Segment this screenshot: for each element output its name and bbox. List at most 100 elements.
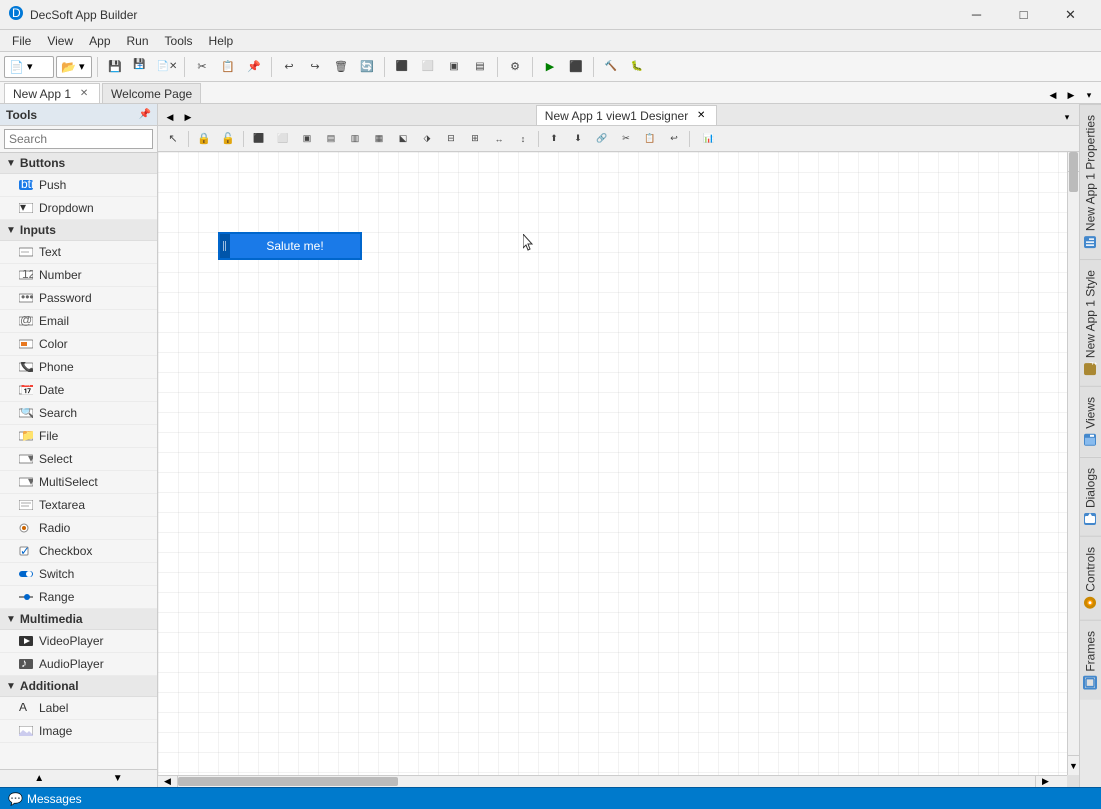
canvas-salute-button[interactable]: Salute me! (218, 232, 362, 260)
designer-tab-scroll-right[interactable]: ▶ (180, 109, 196, 125)
align-bottom-btn[interactable]: ▤ (468, 56, 492, 78)
right-tab-style[interactable]: # New App 1 Style (1080, 259, 1101, 386)
undo2-btn[interactable]: ↩ (663, 129, 685, 149)
tool-email[interactable]: @ Email (0, 310, 157, 333)
tool-image[interactable]: Image (0, 720, 157, 743)
tool-color[interactable]: Color (0, 333, 157, 356)
align-tc-btn[interactable]: ⬜ (272, 129, 294, 149)
designer-tab-list[interactable]: ▾ (1059, 109, 1075, 125)
menu-tools[interactable]: Tools (157, 32, 201, 50)
tab-scroll-left[interactable]: ◀ (1045, 87, 1061, 103)
align-vc-btn[interactable]: ⬕ (392, 129, 414, 149)
tool-number[interactable]: 123 Number (0, 264, 157, 287)
close-file-btn[interactable]: 📄✕ (155, 56, 179, 78)
build-btn[interactable]: 🔨 (599, 56, 623, 78)
right-tab-views[interactable]: Views (1080, 386, 1101, 457)
snap-btn[interactable]: 🔗 (591, 129, 613, 149)
tools-scroll-down[interactable]: ▼ (113, 773, 123, 784)
tool-checkbox[interactable]: ✓ Checkbox (0, 540, 157, 563)
restore-btn[interactable]: □ (1001, 0, 1046, 30)
unlock-btn[interactable]: 🔓 (217, 129, 239, 149)
right-tab-properties[interactable]: New App 1 Properties (1080, 104, 1101, 259)
designer-canvas[interactable]: Salute me! (158, 152, 1067, 775)
tool-label[interactable]: A Label (0, 697, 157, 720)
canvas-vscrollbar[interactable]: ▲ ▼ (1067, 152, 1079, 775)
new-dropdown[interactable]: 📄 ▾ (4, 56, 54, 78)
refresh-btn[interactable]: 🔄 (355, 56, 379, 78)
save-btn[interactable]: 💾 (103, 56, 127, 78)
tool-select[interactable]: ▾ Select (0, 448, 157, 471)
tool-switch[interactable]: Switch (0, 563, 157, 586)
vscroll-down-btn[interactable]: ▼ (1068, 755, 1079, 775)
align-mr-btn[interactable]: ▦ (368, 129, 390, 149)
right-tab-controls[interactable]: Controls (1080, 536, 1101, 620)
align-tr-btn[interactable]: ▣ (296, 129, 318, 149)
copy-btn[interactable]: 📋 (216, 56, 240, 78)
align-mc-btn[interactable]: ▥ (344, 129, 366, 149)
vscroll-thumb[interactable] (1069, 152, 1078, 192)
align-ml-btn[interactable]: ▤ (320, 129, 342, 149)
tool-audioplayer[interactable]: ♪ AudioPlayer (0, 653, 157, 676)
tab-welcome-page[interactable]: Welcome Page (102, 83, 201, 103)
menu-file[interactable]: File (4, 32, 39, 50)
number-display-btn[interactable]: 📊 (694, 129, 724, 149)
tab-scroll-right[interactable]: ▶ (1063, 87, 1079, 103)
hscroll-right-btn[interactable]: ▶ (1035, 776, 1055, 787)
category-buttons[interactable]: ▼ Buttons (0, 153, 157, 174)
bring-front-btn[interactable]: ⬆ (543, 129, 565, 149)
tool-phone[interactable]: 📞 Phone (0, 356, 157, 379)
cut2-btn[interactable]: ✂ (615, 129, 637, 149)
category-multimedia[interactable]: ▼ Multimedia (0, 609, 157, 630)
align-left-btn[interactable]: ⬛ (390, 56, 414, 78)
category-inputs[interactable]: ▼ Inputs (0, 220, 157, 241)
tools-scroll-up[interactable]: ▲ (34, 773, 44, 784)
tab-new-app-1-close[interactable]: ✕ (77, 87, 91, 101)
tool-date[interactable]: 📅 Date (0, 379, 157, 402)
menu-run[interactable]: Run (119, 32, 157, 50)
tool-push[interactable]: btn Push (0, 174, 157, 197)
tool-radio[interactable]: Radio (0, 517, 157, 540)
canvas-hscrollbar[interactable]: ◀ ▶ (158, 775, 1067, 787)
align-right-btn[interactable]: ⬜ (416, 56, 440, 78)
save-all-btn[interactable]: 💾 + (129, 56, 153, 78)
tools-pin[interactable]: 📌 (139, 109, 151, 120)
button-drag-handle[interactable] (220, 234, 230, 258)
tool-file[interactable]: 📁 File (0, 425, 157, 448)
paste-btn[interactable]: 📌 (242, 56, 266, 78)
hscroll-thumb[interactable] (178, 777, 398, 786)
tool-text[interactable]: Text (0, 241, 157, 264)
lock-btn[interactable]: 🔒 (193, 129, 215, 149)
hscroll-left-btn[interactable]: ◀ (158, 776, 178, 787)
open-dropdown[interactable]: 📂 ▾ (56, 56, 92, 78)
cut-btn[interactable]: ✂ (190, 56, 214, 78)
align-top-btn[interactable]: ▣ (442, 56, 466, 78)
shrink-btn[interactable]: ⊟ (440, 129, 462, 149)
align-hc-btn[interactable]: ⬗ (416, 129, 438, 149)
copy2-btn[interactable]: 📋 (639, 129, 661, 149)
designer-tab-close[interactable]: ✕ (694, 109, 708, 123)
stop-btn[interactable]: ⬛ (564, 56, 588, 78)
menu-view[interactable]: View (39, 32, 81, 50)
menu-app[interactable]: App (81, 32, 118, 50)
menu-help[interactable]: Help (201, 32, 242, 50)
play-btn[interactable]: ▶ (538, 56, 562, 78)
tool-search[interactable]: 🔍 Search (0, 402, 157, 425)
tool-dropdown[interactable]: ▾ Dropdown (0, 197, 157, 220)
send-back-btn[interactable]: ⬇ (567, 129, 589, 149)
minimize-btn[interactable]: ─ (954, 0, 999, 30)
tool-videoplayer[interactable]: VideoPlayer (0, 630, 157, 653)
tab-list-btn[interactable]: ▾ (1081, 87, 1097, 103)
undo-btn[interactable]: ↩ (277, 56, 301, 78)
category-additional[interactable]: ▼ Additional (0, 676, 157, 697)
right-tab-frames[interactable]: Frames (1080, 620, 1101, 700)
settings-btn[interactable]: ⚙ (503, 56, 527, 78)
redo-btn[interactable]: ↪ (303, 56, 327, 78)
tools-search-input[interactable] (4, 129, 153, 149)
pointer-btn[interactable]: ↖ (162, 129, 184, 149)
tool-range[interactable]: Range (0, 586, 157, 609)
tab-new-app-1[interactable]: New App 1 ✕ (4, 83, 100, 103)
debug-btn[interactable]: 🐛 (625, 56, 649, 78)
tool-textarea[interactable]: Textarea (0, 494, 157, 517)
same-width-btn[interactable]: ↔ (488, 129, 510, 149)
expand-btn[interactable]: ⊞ (464, 129, 486, 149)
